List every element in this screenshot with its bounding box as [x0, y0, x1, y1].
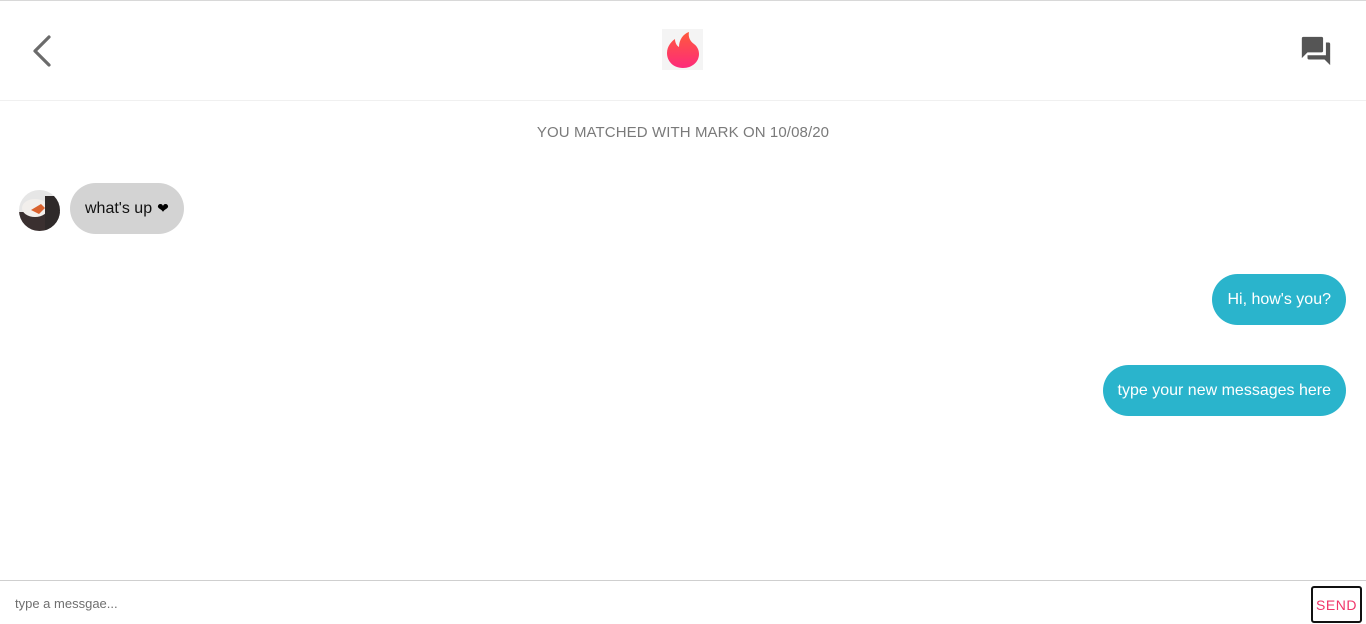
- outgoing-bubble: Hi, how's you?: [1212, 274, 1346, 325]
- top-bar: [0, 1, 1366, 101]
- messages-button[interactable]: [1296, 31, 1336, 71]
- match-notice: YOU MATCHED WITH MARK ON 10/08/20: [536, 124, 830, 141]
- chat-screen: YOU MATCHED WITH MARK ON 10/08/20 what's…: [0, 0, 1366, 624]
- incoming-message: what's up ❤: [19, 183, 184, 234]
- message-input[interactable]: [0, 581, 1300, 624]
- incoming-text: what's up: [85, 199, 153, 217]
- chevron-left-icon: [33, 35, 51, 67]
- tinder-flame-icon: [666, 31, 699, 68]
- profile-photo: [19, 190, 60, 231]
- heart-icon: ❤: [157, 200, 169, 216]
- back-button[interactable]: [22, 29, 62, 73]
- message-composer: SEND: [0, 580, 1366, 624]
- send-button[interactable]: SEND: [1311, 586, 1362, 623]
- incoming-bubble: what's up ❤: [70, 183, 184, 234]
- brand-logo[interactable]: [662, 29, 703, 70]
- forum-icon: [1301, 36, 1331, 66]
- outgoing-bubble: type your new messages here: [1102, 365, 1346, 416]
- avatar[interactable]: [19, 190, 60, 231]
